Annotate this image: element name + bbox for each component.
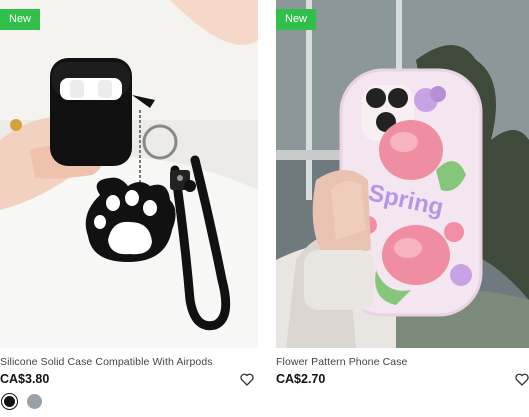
new-badge: New bbox=[0, 9, 41, 30]
product-image[interactable]: Spring New bbox=[276, 0, 529, 348]
product-title[interactable]: Flower Pattern Phone Case bbox=[276, 356, 529, 368]
product-grid: New Silicone Solid Case Compatible With … bbox=[0, 0, 529, 417]
heart-outline-icon[interactable] bbox=[515, 373, 529, 386]
new-badge: New bbox=[276, 9, 317, 30]
airpods-case-image bbox=[0, 0, 258, 348]
phone-case-image: Spring bbox=[276, 0, 529, 348]
product-image[interactable]: New bbox=[0, 0, 258, 348]
heart-outline-icon[interactable] bbox=[240, 373, 254, 386]
product-price: CA$3.80 bbox=[0, 372, 50, 386]
product-card[interactable]: Spring New Flower Pattern Phone Case CA$… bbox=[276, 0, 529, 386]
color-swatch-black[interactable] bbox=[1, 393, 18, 410]
product-price: CA$2.70 bbox=[276, 372, 326, 386]
color-swatches bbox=[1, 393, 43, 410]
product-title[interactable]: Silicone Solid Case Compatible With Airp… bbox=[0, 356, 258, 368]
color-swatch-grey[interactable] bbox=[26, 393, 43, 410]
product-card[interactable]: New Silicone Solid Case Compatible With … bbox=[0, 0, 258, 410]
